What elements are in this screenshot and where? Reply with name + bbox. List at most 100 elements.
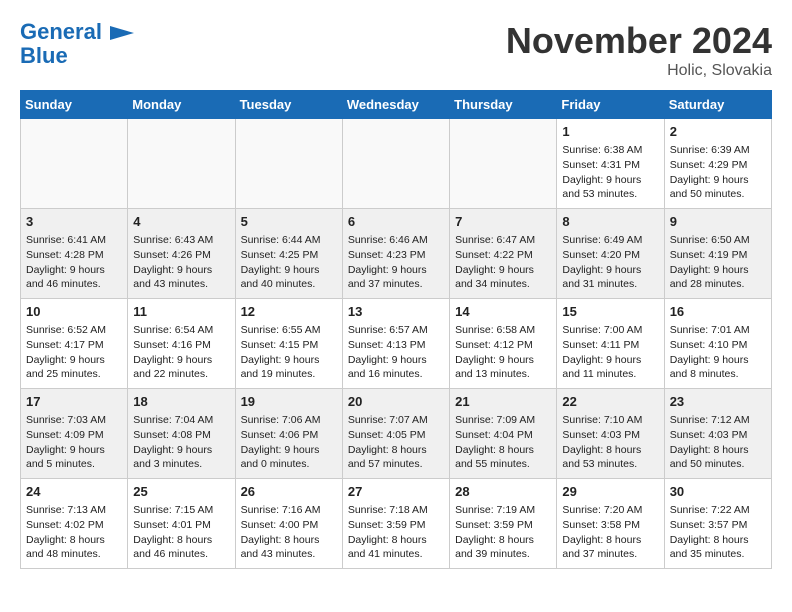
day-number: 12: [241, 303, 337, 321]
location: Holic, Slovakia: [506, 62, 772, 80]
calendar-cell: 2 Sunrise: 6:39 AM Sunset: 4:29 PM Daylig…: [664, 119, 771, 209]
week-row-3: 10 Sunrise: 6:52 AM Sunset: 4:17 PM Dayli…: [21, 299, 772, 389]
week-row-5: 24Sunrise: 7:13 AM Sunset: 4:02 PM Dayli…: [21, 479, 772, 569]
calendar-cell: 6Sunrise: 6:46 AM Sunset: 4:23 PM Daylig…: [342, 209, 449, 299]
calendar-cell: 14 Sunrise: 6:58 AM Sunset: 4:12 PM Dayli…: [450, 299, 557, 389]
day-number: 25: [133, 483, 229, 501]
day-number: 30: [670, 483, 766, 501]
day-number: 29: [562, 483, 658, 501]
day-number: 18: [133, 393, 229, 411]
day-number: 1: [562, 123, 658, 141]
day-number: 5: [241, 213, 337, 231]
day-number: 9: [670, 213, 766, 231]
day-info: Sunrise: 6:49 AM Sunset: 4:20 PM Dayligh…: [562, 234, 642, 290]
day-info: Sunrise: 7:18 AM Sunset: 3:59 PM Dayligh…: [348, 504, 428, 560]
calendar-cell: 25 Sunrise: 7:15 AM Sunset: 4:01 PM Dayli…: [128, 479, 235, 569]
day-info: Sunrise: 6:38 AM Sunset: 4:31 PM Dayligh…: [562, 144, 642, 200]
week-row-1: 1 Sunrise: 6:38 AM Sunset: 4:31 PM Daylig…: [21, 119, 772, 209]
day-number: 10: [26, 303, 122, 321]
day-info: Sunrise: 7:01 AM Sunset: 4:10 PM Dayligh…: [670, 324, 750, 380]
day-number: 11: [133, 303, 229, 321]
day-info: Sunrise: 7:15 AM Sunset: 4:01 PM Dayligh…: [133, 504, 213, 560]
calendar-cell: 23 Sunrise: 7:12 AM Sunset: 4:03 PM Dayli…: [664, 389, 771, 479]
calendar-cell: 28 Sunrise: 7:19 AM Sunset: 3:59 PM Dayli…: [450, 479, 557, 569]
calendar-cell: [450, 119, 557, 209]
calendar-cell: 9 Sunrise: 6:50 AM Sunset: 4:19 PM Daylig…: [664, 209, 771, 299]
calendar-cell: 18 Sunrise: 7:04 AM Sunset: 4:08 PM Dayli…: [128, 389, 235, 479]
weekday-header-friday: Friday: [557, 91, 664, 119]
day-info: Sunrise: 6:58 AM Sunset: 4:12 PM Dayligh…: [455, 324, 535, 380]
day-info: Sunrise: 7:09 AM Sunset: 4:04 PM Dayligh…: [455, 414, 535, 470]
calendar-cell: 5 Sunrise: 6:44 AM Sunset: 4:25 PM Daylig…: [235, 209, 342, 299]
day-number: 28: [455, 483, 551, 501]
day-number: 2: [670, 123, 766, 141]
calendar-cell: 11Sunrise: 6:54 AM Sunset: 4:16 PM Dayli…: [128, 299, 235, 389]
month-title: November 2024: [506, 20, 772, 62]
day-info: Sunrise: 7:20 AM Sunset: 3:58 PM Dayligh…: [562, 504, 642, 560]
calendar-cell: 29 Sunrise: 7:20 AM Sunset: 3:58 PM Dayli…: [557, 479, 664, 569]
calendar-cell: 10 Sunrise: 6:52 AM Sunset: 4:17 PM Dayli…: [21, 299, 128, 389]
weekday-header-thursday: Thursday: [450, 91, 557, 119]
day-number: 19: [241, 393, 337, 411]
day-info: Sunrise: 6:57 AM Sunset: 4:13 PM Dayligh…: [348, 324, 428, 380]
day-info: Sunrise: 7:03 AM Sunset: 4:09 PM Dayligh…: [26, 414, 106, 470]
day-info: Sunrise: 6:47 AM Sunset: 4:22 PM Dayligh…: [455, 234, 535, 290]
day-number: 17: [26, 393, 122, 411]
calendar-cell: [21, 119, 128, 209]
day-number: 20: [348, 393, 444, 411]
day-number: 23: [670, 393, 766, 411]
calendar-cell: 8 Sunrise: 6:49 AM Sunset: 4:20 PM Daylig…: [557, 209, 664, 299]
day-info: Sunrise: 7:22 AM Sunset: 3:57 PM Dayligh…: [670, 504, 750, 560]
calendar-table: SundayMondayTuesdayWednesdayThursdayFrid…: [20, 90, 772, 569]
day-info: Sunrise: 7:06 AM Sunset: 4:06 PM Dayligh…: [241, 414, 321, 470]
calendar-cell: 24Sunrise: 7:13 AM Sunset: 4:02 PM Dayli…: [21, 479, 128, 569]
day-number: 8: [562, 213, 658, 231]
calendar-cell: [235, 119, 342, 209]
day-number: 24: [26, 483, 122, 501]
day-number: 22: [562, 393, 658, 411]
day-info: Sunrise: 6:50 AM Sunset: 4:19 PM Dayligh…: [670, 234, 750, 290]
weekday-header-saturday: Saturday: [664, 91, 771, 119]
day-number: 7: [455, 213, 551, 231]
logo-blue: Blue: [20, 43, 68, 68]
day-number: 16: [670, 303, 766, 321]
calendar-cell: 20 Sunrise: 7:07 AM Sunset: 4:05 PM Dayli…: [342, 389, 449, 479]
day-number: 6: [348, 213, 444, 231]
day-info: Sunrise: 6:52 AM Sunset: 4:17 PM Dayligh…: [26, 324, 106, 380]
day-info: Sunrise: 7:19 AM Sunset: 3:59 PM Dayligh…: [455, 504, 535, 560]
weekday-header-tuesday: Tuesday: [235, 91, 342, 119]
calendar-cell: 16 Sunrise: 7:01 AM Sunset: 4:10 PM Dayli…: [664, 299, 771, 389]
calendar-cell: 19 Sunrise: 7:06 AM Sunset: 4:06 PM Dayli…: [235, 389, 342, 479]
calendar-cell: [342, 119, 449, 209]
calendar-cell: 17 Sunrise: 7:03 AM Sunset: 4:09 PM Dayli…: [21, 389, 128, 479]
calendar-cell: 15Sunrise: 7:00 AM Sunset: 4:11 PM Dayli…: [557, 299, 664, 389]
weekday-header-sunday: Sunday: [21, 91, 128, 119]
title-block: November 2024 Holic, Slovakia: [506, 20, 772, 80]
calendar-cell: 7 Sunrise: 6:47 AM Sunset: 4:22 PM Daylig…: [450, 209, 557, 299]
day-number: 14: [455, 303, 551, 321]
day-number: 21: [455, 393, 551, 411]
calendar-cell: 21 Sunrise: 7:09 AM Sunset: 4:04 PM Dayli…: [450, 389, 557, 479]
logo: General Blue: [20, 20, 134, 68]
day-info: Sunrise: 7:07 AM Sunset: 4:05 PM Dayligh…: [348, 414, 428, 470]
day-info: Sunrise: 7:12 AM Sunset: 4:03 PM Dayligh…: [670, 414, 750, 470]
day-number: 4: [133, 213, 229, 231]
calendar-cell: 12Sunrise: 6:55 AM Sunset: 4:15 PM Dayli…: [235, 299, 342, 389]
day-info: Sunrise: 7:04 AM Sunset: 4:08 PM Dayligh…: [133, 414, 213, 470]
day-info: Sunrise: 7:16 AM Sunset: 4:00 PM Dayligh…: [241, 504, 321, 560]
calendar-cell: 3Sunrise: 6:41 AM Sunset: 4:28 PM Daylig…: [21, 209, 128, 299]
day-info: Sunrise: 6:43 AM Sunset: 4:26 PM Dayligh…: [133, 234, 213, 290]
day-number: 15: [562, 303, 658, 321]
day-info: Sunrise: 7:10 AM Sunset: 4:03 PM Dayligh…: [562, 414, 642, 470]
day-number: 27: [348, 483, 444, 501]
calendar-cell: 4 Sunrise: 6:43 AM Sunset: 4:26 PM Daylig…: [128, 209, 235, 299]
day-info: Sunrise: 6:39 AM Sunset: 4:29 PM Dayligh…: [670, 144, 750, 200]
page-header: General Blue November 2024 Holic, Slovak…: [20, 20, 772, 80]
logo-text: General: [20, 20, 134, 44]
day-info: Sunrise: 6:41 AM Sunset: 4:28 PM Dayligh…: [26, 234, 106, 290]
calendar-cell: 13Sunrise: 6:57 AM Sunset: 4:13 PM Dayli…: [342, 299, 449, 389]
calendar-cell: [128, 119, 235, 209]
day-info: Sunrise: 6:44 AM Sunset: 4:25 PM Dayligh…: [241, 234, 321, 290]
calendar-cell: 27 Sunrise: 7:18 AM Sunset: 3:59 PM Dayli…: [342, 479, 449, 569]
calendar-cell: 30 Sunrise: 7:22 AM Sunset: 3:57 PM Dayli…: [664, 479, 771, 569]
